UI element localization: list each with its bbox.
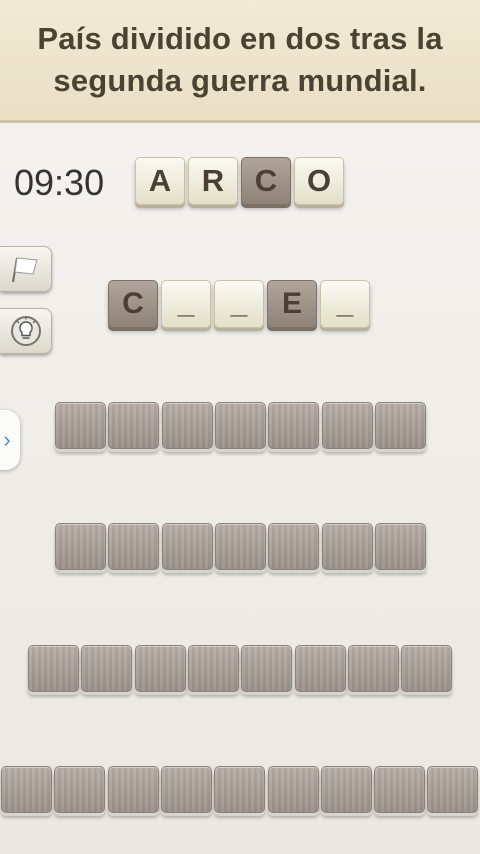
letter-tile[interactable]: C (241, 157, 291, 205)
hidden-letter-tile (375, 402, 426, 449)
hidden-letter-tile (241, 645, 292, 692)
hidden-letter-tile (1, 766, 52, 813)
letter-tile[interactable]: R (188, 157, 238, 205)
question-text: País dividido en dos tras la segunda gue… (37, 21, 443, 98)
hidden-letter-tile (401, 645, 452, 692)
letter-tile[interactable]: A (135, 157, 185, 205)
flag-button[interactable] (0, 246, 52, 292)
hidden-letter-tile (108, 766, 159, 813)
drawer-toggle[interactable]: › (0, 410, 20, 470)
chevron-right-icon: › (3, 427, 11, 452)
hidden-letter-tile (161, 766, 212, 813)
hidden-letter-tile (108, 402, 159, 449)
hidden-letter-tile (215, 402, 266, 449)
timer: 09:30 (14, 162, 105, 203)
lightbulb-icon (10, 316, 41, 346)
game-board (0, 123, 480, 854)
hidden-letter-tile (321, 766, 372, 813)
hidden-letter-tile (188, 645, 239, 692)
flag-icon (11, 257, 38, 283)
answer-slot[interactable]: _ (320, 280, 370, 328)
answer-slot[interactable]: _ (214, 280, 264, 328)
hidden-letter-tile (108, 523, 159, 570)
hidden-letter-tile (348, 645, 399, 692)
hidden-letter-tile (55, 402, 106, 449)
hidden-letter-tile (295, 645, 346, 692)
hidden-letter-tile (268, 766, 319, 813)
answer-slot[interactable]: E (267, 280, 317, 328)
question-header: País dividido en dos tras la segunda gue… (0, 0, 480, 123)
hidden-letter-tile (375, 523, 426, 570)
hidden-letter-tile (81, 645, 132, 692)
hidden-letter-tile (214, 766, 265, 813)
hidden-letter-tile (54, 766, 105, 813)
hidden-letter-tile (427, 766, 478, 813)
hidden-letter-tile (268, 402, 319, 449)
hint-button[interactable] (0, 308, 52, 354)
hidden-letter-tile (135, 645, 186, 692)
hidden-letter-tile (374, 766, 425, 813)
answer-slot[interactable]: _ (161, 280, 211, 328)
hidden-letter-tile (55, 523, 106, 570)
hidden-letter-tile (28, 645, 79, 692)
letter-tile[interactable]: O (294, 157, 344, 205)
hidden-letter-tile (162, 402, 213, 449)
hidden-letter-tile (322, 402, 373, 449)
hidden-letter-tile (322, 523, 373, 570)
hidden-letter-tile (215, 523, 266, 570)
hidden-letter-tile (268, 523, 319, 570)
hidden-letter-tile (162, 523, 213, 570)
answer-slot[interactable]: C (108, 280, 158, 328)
